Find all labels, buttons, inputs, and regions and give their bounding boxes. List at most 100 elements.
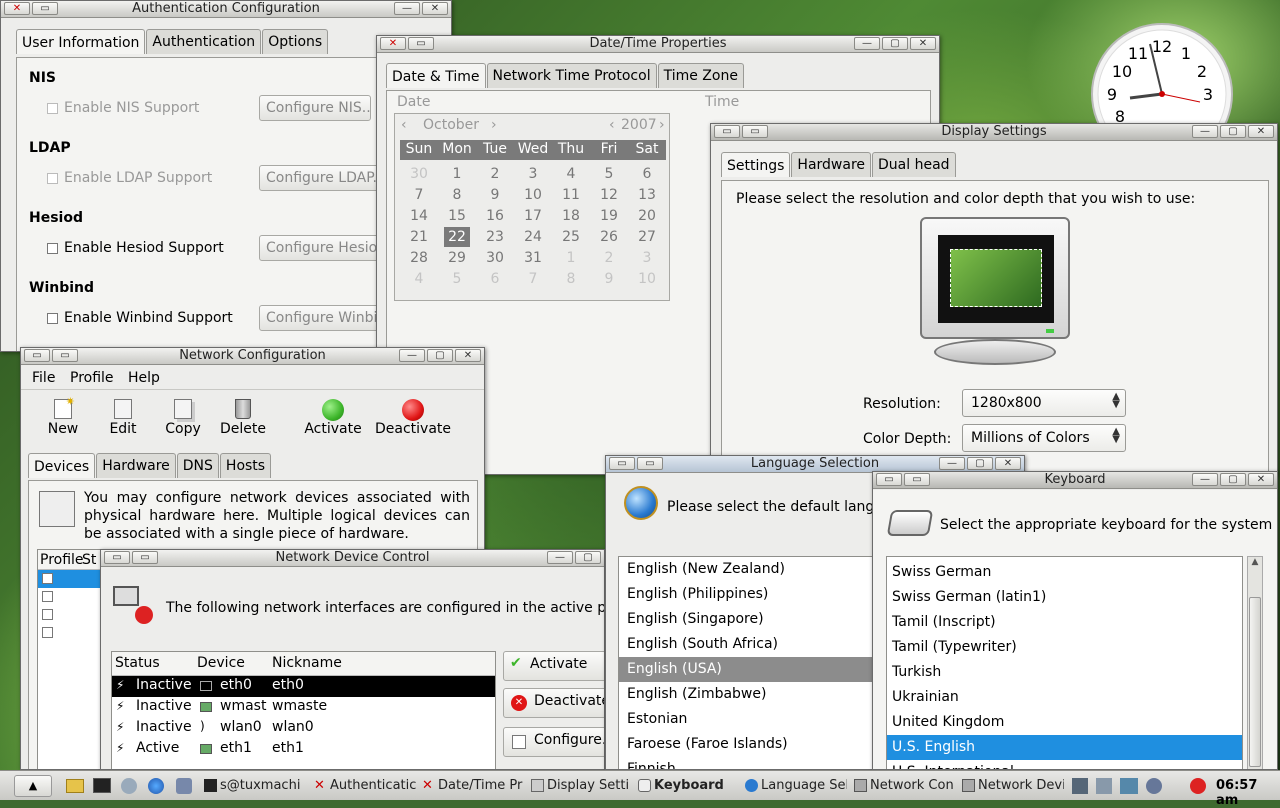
calendar-day[interactable]: 5: [590, 164, 628, 184]
calendar-day[interactable]: 24: [514, 227, 552, 247]
datetime-titlebar[interactable]: ✕ ▭ Date/Time Properties — ▢ ✕: [377, 36, 939, 53]
window-menu-icon[interactable]: ▭: [408, 37, 434, 50]
list-item[interactable]: Faroese (Faroe Islands): [619, 732, 872, 757]
language-list[interactable]: English (New Zealand) English (Philippin…: [618, 556, 873, 769]
next-year-icon[interactable]: ›: [659, 117, 665, 133]
list-item[interactable]: English (New Zealand): [619, 557, 872, 582]
network-app-icon[interactable]: [176, 778, 192, 794]
prev-year-icon[interactable]: ‹: [609, 117, 615, 133]
calendar-day[interactable]: 8: [438, 185, 476, 205]
auth-config-titlebar[interactable]: ✕ ▭ Authentication Configuration — ✕: [1, 1, 451, 18]
window-menu-icon[interactable]: ▭: [104, 551, 130, 564]
calendar-day[interactable]: 6: [628, 164, 666, 184]
calendar-day[interactable]: 8: [552, 269, 590, 289]
close-icon[interactable]: ✕: [422, 2, 448, 15]
tab-hardware[interactable]: Hardware: [791, 152, 872, 177]
minimize-icon[interactable]: —: [547, 551, 573, 564]
calendar-day[interactable]: 30: [400, 164, 438, 184]
activate-button[interactable]: Activate: [303, 399, 363, 437]
tab-network-time-protocol[interactable]: Network Time Protocol: [486, 63, 657, 88]
list-item[interactable]: United Kingdom: [887, 710, 1242, 735]
window-menu-icon[interactable]: ▭: [132, 551, 158, 564]
window-menu-icon[interactable]: ▭: [609, 457, 635, 470]
calendar-day[interactable]: 22: [444, 227, 470, 247]
scroll-thumb[interactable]: [1249, 597, 1261, 767]
configure-nis-button[interactable]: Configure NIS...: [259, 95, 371, 121]
delete-button[interactable]: Delete: [217, 399, 269, 437]
network-config-titlebar[interactable]: ▭ ▭ Network Configuration — ▢ ✕: [21, 348, 484, 365]
table-row[interactable]: ⚡ Inactive eth0 eth0: [112, 676, 495, 697]
calendar-day[interactable]: 18: [552, 206, 590, 226]
enable-hesiod-checkbox[interactable]: [47, 243, 58, 254]
profile-device-list[interactable]: Profile St: [37, 549, 101, 769]
keyboard-titlebar[interactable]: ▭ ▭ Keyboard — ▢ ✕: [873, 472, 1277, 489]
tray-network-icon[interactable]: [1072, 778, 1088, 794]
window-menu-icon[interactable]: ▭: [742, 125, 768, 138]
calendar-day[interactable]: 1: [552, 248, 590, 268]
calendar-day[interactable]: 2: [476, 164, 514, 184]
calendar-day[interactable]: 9: [476, 185, 514, 205]
display-settings-titlebar[interactable]: ▭ ▭ Display Settings — ▢ ✕: [711, 124, 1277, 141]
calendar-day[interactable]: 20: [628, 206, 666, 226]
terminal-icon[interactable]: [93, 778, 111, 793]
list-item[interactable]: Finnish: [619, 757, 872, 769]
task-language[interactable]: Language Sel: [743, 775, 847, 797]
col-device[interactable]: Device: [197, 655, 245, 671]
calendar-day[interactable]: 10: [628, 269, 666, 289]
deactivate-button[interactable]: ✕ Deactivate: [503, 688, 604, 718]
profile-checkbox[interactable]: [42, 627, 53, 638]
task-authentication[interactable]: ✕ Authenticatic: [312, 775, 416, 797]
minimize-icon[interactable]: —: [1192, 125, 1218, 138]
copy-button[interactable]: Copy: [162, 399, 204, 437]
task-keyboard[interactable]: Keyboard: [636, 775, 736, 797]
calendar-day[interactable]: 5: [438, 269, 476, 289]
list-item[interactable]: English (Philippines): [619, 582, 872, 607]
keyboard-list[interactable]: Swiss German Swiss German (latin1) Tamil…: [886, 556, 1243, 769]
enable-nis-checkbox[interactable]: [47, 103, 58, 114]
list-item[interactable]: Swiss German (latin1): [887, 585, 1242, 610]
task-display-settings[interactable]: Display Settir: [529, 775, 629, 797]
maximize-icon[interactable]: ▢: [882, 37, 908, 50]
window-menu-icon[interactable]: ▭: [32, 2, 58, 15]
window-menu-icon[interactable]: ▭: [714, 125, 740, 138]
deactivate-button[interactable]: Deactivate: [373, 399, 453, 437]
tab-settings[interactable]: Settings: [721, 152, 791, 177]
minimize-icon[interactable]: —: [1192, 473, 1218, 486]
configure-hesiod-button[interactable]: Configure Hesiod...: [259, 235, 384, 261]
minimize-icon[interactable]: —: [394, 2, 420, 15]
maximize-icon[interactable]: ▢: [1220, 125, 1246, 138]
tab-options[interactable]: Options: [262, 29, 329, 54]
calendar-day[interactable]: 2: [590, 248, 628, 268]
menu-profile[interactable]: Profile: [70, 370, 114, 386]
configure-winbind-button[interactable]: Configure Winbind...: [259, 305, 384, 331]
calendar-day[interactable]: 17: [514, 206, 552, 226]
calendar[interactable]: ‹ October › ‹ 2007 › Sun Mon Tue Wed Thu Fri S…: [394, 113, 670, 301]
close-icon[interactable]: ✕: [910, 37, 936, 50]
configure-ldap-button[interactable]: Configure LDAP...: [259, 165, 379, 191]
calendar-day[interactable]: 10: [514, 185, 552, 205]
profile-checkbox[interactable]: [42, 591, 53, 602]
tab-date-time[interactable]: Date & Time: [386, 63, 486, 88]
calendar-day[interactable]: 4: [552, 164, 590, 184]
tab-authentication[interactable]: Authentication: [146, 29, 262, 54]
task-date-time[interactable]: ✕ Date/Time Pr: [420, 775, 524, 797]
maximize-icon[interactable]: ▢: [1220, 473, 1246, 486]
network-device-control-titlebar[interactable]: ▭ ▭ Network Device Control — ▢: [101, 550, 604, 567]
col-profile[interactable]: Profile: [40, 552, 84, 568]
interfaces-table[interactable]: Status Device Nickname ⚡ Inactive eth0 e…: [111, 651, 496, 769]
list-item[interactable]: English (Singapore): [619, 607, 872, 632]
calendar-day[interactable]: 26: [590, 227, 628, 247]
tab-user-information[interactable]: User Information: [16, 29, 146, 54]
keyboard-list-scrollbar[interactable]: ▲: [1247, 556, 1263, 769]
maximize-icon[interactable]: ▢: [967, 457, 993, 470]
browser-icon[interactable]: [148, 778, 164, 794]
list-item[interactable]: U.S. International: [887, 760, 1242, 769]
calendar-day[interactable]: 1: [438, 164, 476, 184]
tray-tools-icon[interactable]: [1096, 778, 1112, 794]
list-item[interactable]: Ukrainian: [887, 685, 1242, 710]
menu-help[interactable]: Help: [128, 370, 160, 386]
new-button[interactable]: ✷ New: [43, 395, 83, 437]
calendar-day[interactable]: 13: [628, 185, 666, 205]
col-status[interactable]: St: [82, 552, 96, 568]
close-icon[interactable]: ✕: [1248, 125, 1274, 138]
